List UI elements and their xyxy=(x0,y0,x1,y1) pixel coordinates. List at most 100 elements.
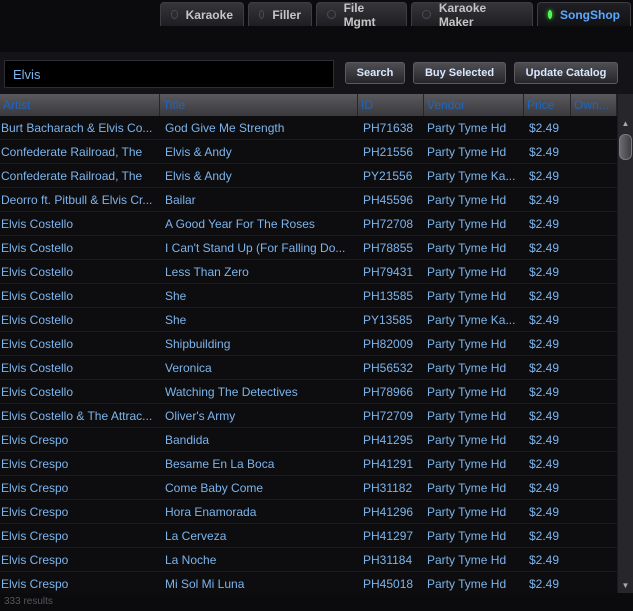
cell-artist: Elvis Crespo xyxy=(1,433,69,447)
table-row[interactable]: Elvis Costello She PY13585 Party Tyme Ka...… xyxy=(0,308,617,332)
cell-title: La Noche xyxy=(165,553,217,567)
tab-active-dot-icon xyxy=(548,10,552,19)
buy-selected-button[interactable]: Buy Selected xyxy=(413,62,506,84)
table-row[interactable]: Elvis Costello She PH13585 Party Tyme Hd $2.… xyxy=(0,284,617,308)
table-row[interactable]: Elvis Crespo Besame En La Boca PH41291 Part… xyxy=(0,452,617,476)
table-row[interactable]: Confederate Railroad, The Elvis & Andy PY2… xyxy=(0,164,617,188)
cell-artist: Elvis Costello & The Attrac... xyxy=(1,409,153,423)
cell-artist: Deorro ft. Pitbull & Elvis Cr... xyxy=(1,193,153,207)
column-header-own[interactable]: Own... xyxy=(571,94,617,116)
cell-vendor: Party Tyme Hd xyxy=(427,337,507,351)
table-row[interactable]: Burt Bacharach & Elvis Co... God Give Me … xyxy=(0,116,617,140)
cell-artist: Elvis Costello xyxy=(1,337,74,351)
cell-id: PH31182 xyxy=(363,481,413,495)
scroll-thumb[interactable] xyxy=(619,134,632,160)
cell-own xyxy=(571,380,617,403)
cell-price: $2.49 xyxy=(529,169,560,183)
table-row[interactable]: Elvis Crespo La Cerveza PH41297 Party Tyme … xyxy=(0,524,617,548)
cell-id: PH56532 xyxy=(363,361,414,375)
tab-file-mgmt[interactable]: File Mgmt xyxy=(316,0,407,29)
cell-artist: Elvis Crespo xyxy=(1,481,69,495)
cell-artist: Burt Bacharach & Elvis Co... xyxy=(1,121,153,135)
scroll-up-arrow-icon[interactable]: ▲ xyxy=(618,118,633,130)
cell-vendor: Party Tyme Hd xyxy=(427,553,507,567)
cell-id: PH45018 xyxy=(363,577,414,591)
cell-title: God Give Me Strength xyxy=(165,121,285,135)
cell-vendor: Party Tyme Ka... xyxy=(427,313,516,327)
tab-label: File Mgmt xyxy=(343,0,376,29)
cell-vendor: Party Tyme Hd xyxy=(427,457,507,471)
column-header-artist[interactable]: Artist xyxy=(0,94,160,116)
table-row[interactable]: Elvis Costello A Good Year For The Roses P… xyxy=(0,212,617,236)
cell-vendor: Party Tyme Hd xyxy=(427,193,507,207)
cell-vendor: Party Tyme Hd xyxy=(427,577,507,591)
column-header-id[interactable]: ID xyxy=(358,94,424,116)
cell-id: PY21556 xyxy=(363,169,413,183)
top-bar: Karaoke Filler File Mgmt Karaoke Maker S… xyxy=(0,0,633,52)
tab-status-dot-icon xyxy=(171,10,178,19)
cell-own xyxy=(571,356,617,379)
column-header-title[interactable]: Title xyxy=(160,94,358,116)
tab-songshop[interactable]: SongShop xyxy=(537,2,631,26)
cell-title: Come Baby Come xyxy=(165,481,264,495)
cell-title: Shipbuilding xyxy=(165,337,231,351)
update-catalog-button[interactable]: Update Catalog xyxy=(514,62,618,84)
table-row[interactable]: Elvis Crespo Bandida PH41295 Party Tyme Hd $… xyxy=(0,428,617,452)
results-count: 333 results xyxy=(4,596,53,607)
cell-artist: Confederate Railroad, The xyxy=(1,169,143,183)
cell-vendor: Party Tyme Hd xyxy=(427,241,507,255)
tab-karaoke[interactable]: Karaoke xyxy=(160,2,244,26)
table-row[interactable]: Deorro ft. Pitbull & Elvis Cr... Bailar PH… xyxy=(0,188,617,212)
table-row[interactable]: Elvis Crespo Hora Enamorada PH41296 Party T… xyxy=(0,500,617,524)
cell-price: $2.49 xyxy=(529,577,560,591)
table-row[interactable]: Elvis Costello & The Attrac... Oliver's A… xyxy=(0,404,617,428)
cell-title: Elvis & Andy xyxy=(165,145,232,159)
vertical-scrollbar[interactable]: ▲ ▼ xyxy=(617,94,633,593)
table-row[interactable]: Elvis Costello Watching The Detectives PH7… xyxy=(0,380,617,404)
cell-price: $2.49 xyxy=(529,337,560,351)
cell-id: PY13585 xyxy=(363,313,413,327)
table-row[interactable]: Elvis Crespo Come Baby Come PH31182 Party T… xyxy=(0,476,617,500)
table-row[interactable]: Elvis Crespo Mi Sol Mi Luna PH45018 Party T… xyxy=(0,572,617,593)
cell-vendor: Party Tyme Hd xyxy=(427,145,507,159)
cell-price: $2.49 xyxy=(529,265,560,279)
cell-own xyxy=(571,116,617,139)
cell-artist: Elvis Costello xyxy=(1,361,74,375)
tab-status-dot-icon xyxy=(327,10,336,19)
cell-vendor: Party Tyme Hd xyxy=(427,385,507,399)
table-row[interactable]: Elvis Costello Less Than Zero PH79431 Party… xyxy=(0,260,617,284)
scroll-down-arrow-icon[interactable]: ▼ xyxy=(618,580,633,592)
search-button[interactable]: Search xyxy=(345,62,405,84)
cell-id: PH45596 xyxy=(363,193,414,207)
cell-own xyxy=(571,548,617,571)
cell-price: $2.49 xyxy=(529,409,560,423)
status-bar: 333 results xyxy=(0,593,633,611)
cell-artist: Elvis Costello xyxy=(1,313,74,327)
cell-own xyxy=(571,260,617,283)
column-header-vendor[interactable]: Vendor xyxy=(424,94,524,116)
cell-title: Veronica xyxy=(165,361,212,375)
cell-own xyxy=(571,476,617,499)
tab-filler[interactable]: Filler xyxy=(248,2,312,26)
table-row[interactable]: Elvis Crespo La Noche PH31184 Party Tyme Hd… xyxy=(0,548,617,572)
cell-vendor: Party Tyme Hd xyxy=(427,505,507,519)
table-row[interactable]: Elvis Costello Shipbuilding PH82009 Party T… xyxy=(0,332,617,356)
tab-label: Filler xyxy=(272,7,301,22)
cell-price: $2.49 xyxy=(529,433,560,447)
cell-artist: Confederate Railroad, The xyxy=(1,145,143,159)
table-row[interactable]: Confederate Railroad, The Elvis & Andy PH2… xyxy=(0,140,617,164)
cell-price: $2.49 xyxy=(529,121,560,135)
cell-own xyxy=(571,404,617,427)
cell-id: PH13585 xyxy=(363,289,414,303)
table-row[interactable]: Elvis Costello I Can't Stand Up (For Fall… xyxy=(0,236,617,260)
cell-id: PH41295 xyxy=(363,433,414,447)
cell-price: $2.49 xyxy=(529,313,560,327)
cell-vendor: Party Tyme Hd xyxy=(427,481,507,495)
search-input[interactable] xyxy=(4,60,334,88)
column-header-price[interactable]: Price xyxy=(524,94,571,116)
cell-vendor: Party Tyme Hd xyxy=(427,409,507,423)
tab-karaoke-maker[interactable]: Karaoke Maker xyxy=(411,1,533,29)
cell-id: PH79431 xyxy=(363,265,414,279)
table-row[interactable]: Elvis Costello Veronica PH56532 Party Tyme … xyxy=(0,356,617,380)
cell-title: Oliver's Army xyxy=(165,409,236,423)
